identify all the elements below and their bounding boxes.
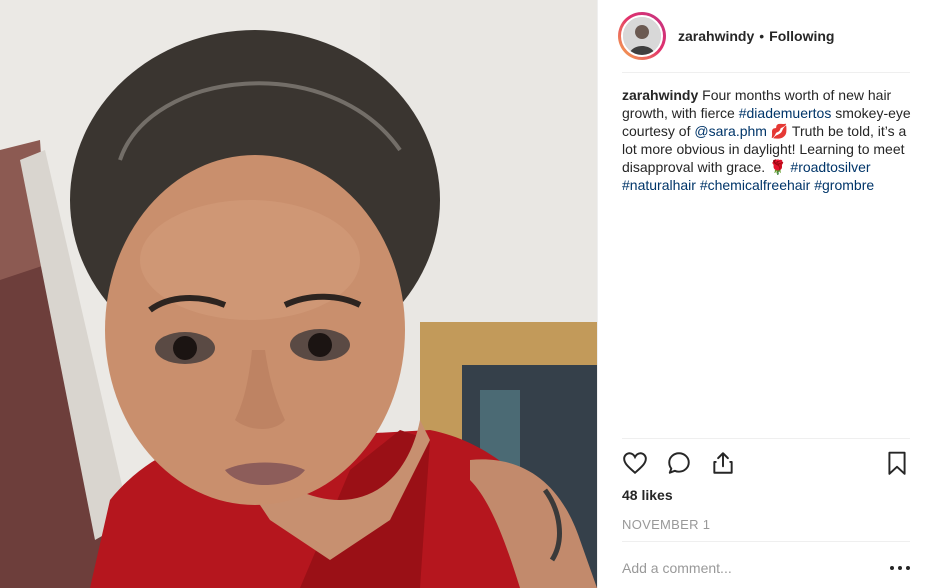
heart-icon	[623, 452, 647, 475]
action-bar	[622, 450, 914, 478]
instagram-post: zarahwindy • Following zarahwindy Four m…	[0, 0, 926, 588]
more-options-icon	[890, 566, 910, 570]
save-button[interactable]	[884, 450, 910, 476]
share-icon	[713, 452, 733, 474]
comment-divider	[622, 541, 910, 542]
bookmark-icon	[888, 451, 906, 475]
hashtag-link[interactable]: #diademuertos	[739, 105, 832, 121]
post-caption: zarahwindy Four months worth of new hair…	[622, 86, 914, 194]
more-options-button[interactable]	[888, 560, 912, 576]
hashtag-link[interactable]: #roadtosilver	[790, 159, 870, 175]
hashtag-link[interactable]: #grombre	[814, 177, 874, 193]
post-header: zarahwindy • Following	[598, 0, 926, 72]
share-button[interactable]	[710, 450, 736, 476]
author-username[interactable]: zarahwindy	[678, 28, 754, 44]
selfie-image	[0, 0, 597, 588]
avatar[interactable]	[621, 15, 663, 57]
like-button[interactable]	[622, 450, 648, 476]
header-divider	[622, 72, 910, 73]
mention-link[interactable]: @sara.phm	[694, 123, 767, 139]
comment-bubble-icon	[668, 452, 690, 474]
caption-username[interactable]: zarahwindy	[622, 87, 698, 103]
post-photo[interactable]	[0, 0, 597, 588]
header-separator: •	[759, 28, 765, 44]
avatar-image	[623, 17, 661, 55]
comment-button[interactable]	[666, 450, 692, 476]
actions-divider	[622, 438, 910, 439]
hashtag-link[interactable]: #chemicalfreehair	[700, 177, 811, 193]
likes-count[interactable]: 48 likes	[622, 487, 673, 503]
add-comment-input[interactable]	[622, 554, 862, 582]
hashtag-link[interactable]: #naturalhair	[622, 177, 696, 193]
story-ring[interactable]	[618, 12, 666, 60]
post-date: NOVEMBER 1	[622, 517, 711, 532]
following-button[interactable]: Following	[769, 28, 834, 44]
